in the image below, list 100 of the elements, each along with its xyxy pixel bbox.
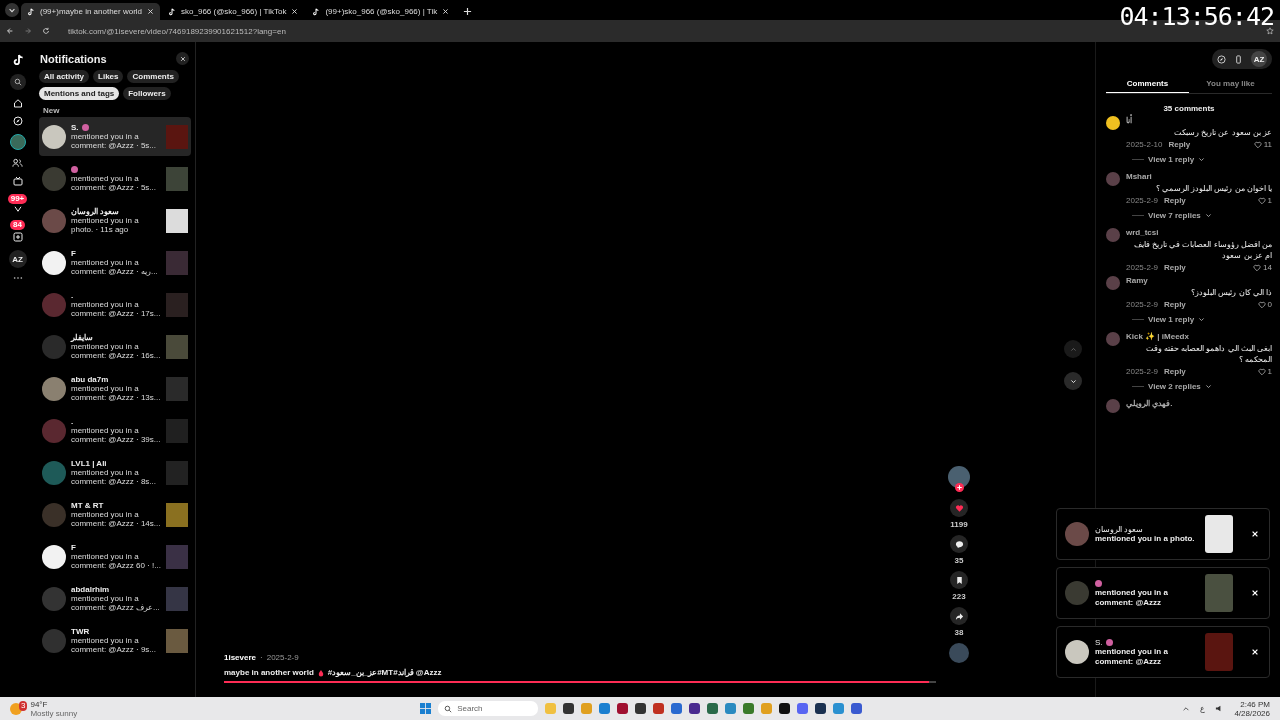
notification-item[interactable]: . mentioned you in a comment: @Azzz · 39s... — [39, 411, 191, 450]
chevron-up-icon[interactable] — [1182, 704, 1191, 713]
comment-author[interactable]: Kick ✨ | iMeedx — [1126, 332, 1272, 341]
count-badge[interactable]: 99+ — [7, 194, 28, 204]
heart-icon[interactable] — [1253, 140, 1262, 149]
notification-item[interactable]: TWR mentioned you in a comment: @Azzz · 9s... — [39, 621, 191, 660]
comment-author[interactable]: فهدي الرويلي. — [1126, 399, 1272, 408]
comment-author[interactable]: أنا — [1126, 116, 1272, 125]
notification-item[interactable]: mentioned you in a comment: @Azzz · 5s... — [39, 159, 191, 198]
filter-chip[interactable]: Followers — [123, 87, 171, 100]
video-thumbnail — [166, 628, 188, 653]
close-icon[interactable] — [291, 8, 299, 15]
notification-item[interactable]: . mentioned you in a comment: @Azzz · 17s... — [39, 285, 191, 324]
heart-icon[interactable] — [1257, 300, 1266, 309]
recording-timer: 04:13:56:42 — [1119, 4, 1274, 29]
taskbar-search-field[interactable]: Search — [438, 701, 539, 716]
close-icon[interactable] — [147, 8, 155, 15]
notification-item[interactable]: LVL1 | Ali mentioned you in a comment: @Azzz · 8s... — [39, 453, 191, 492]
filter-chip[interactable]: Likes — [93, 70, 124, 83]
reply-link[interactable]: Reply — [1164, 300, 1186, 309]
taskbar-app-icon[interactable] — [563, 703, 575, 714]
profile-button[interactable]: AZ — [8, 250, 27, 268]
reply-link[interactable]: Reply — [1164, 367, 1186, 376]
upload-icon[interactable] — [12, 232, 23, 242]
notification-text: mentioned you in a comment: @Azzz · 14s... — [71, 510, 161, 528]
compass-icon[interactable] — [1217, 54, 1226, 64]
avatar — [42, 124, 66, 149]
windows-start-icon[interactable] — [420, 703, 432, 714]
browser-tab[interactable]: sko_966 (@sko_966) | TikTok — [162, 3, 305, 20]
heart-icon[interactable] — [1253, 263, 1262, 272]
taskbar-app-icon[interactable] — [815, 703, 827, 714]
home-icon[interactable] — [12, 98, 23, 108]
language-indicator[interactable]: ع — [1200, 704, 1206, 713]
notification-item[interactable]: MT & RT mentioned you in a comment: @Azzz · 14s... — [39, 495, 191, 534]
notification-item[interactable]: abu da7m mentioned you in a comment: @Azzz · 13s... — [39, 369, 191, 408]
new-tab-icon[interactable] — [463, 7, 473, 16]
notification-item-highlight[interactable]: S. mentioned you in a comment: @Azzz · 5s... — [39, 117, 191, 156]
view-replies-link[interactable]: View 1 reply — [1148, 315, 1195, 324]
taskbar-app-icon[interactable] — [617, 703, 629, 714]
like-button[interactable] — [950, 499, 968, 517]
close-button[interactable] — [176, 52, 189, 65]
view-replies-link[interactable]: View 1 reply — [1148, 155, 1195, 164]
browser-tab[interactable]: (99+)sko_966 (@sko_966) | Tik — [306, 3, 456, 20]
back-icon[interactable] — [6, 27, 14, 35]
author-name[interactable]: 1isevere — [224, 653, 257, 662]
share-button[interactable] — [950, 607, 968, 625]
notification-item[interactable]: F mentioned you in a comment: @Azzz 60 · !... — [39, 537, 191, 576]
heart-icon[interactable] — [1257, 367, 1266, 376]
profile-avatar[interactable] — [9, 134, 26, 150]
star-icon[interactable] — [1266, 27, 1274, 35]
panel-tab[interactable]: You may like — [1189, 75, 1272, 93]
save-button[interactable] — [950, 571, 968, 589]
filter-chip[interactable]: Comments — [127, 70, 179, 83]
like-count: 1 — [1267, 367, 1272, 376]
taskbar-app-icon[interactable] — [635, 703, 647, 714]
more-icon[interactable] — [12, 276, 23, 280]
tiktok-logo-icon[interactable] — [11, 54, 24, 66]
notification-toast[interactable]: mentioned you in a comment: @Azzz — [1056, 567, 1270, 619]
notification-toast[interactable]: S. mentioned you in a comment: @Azzz — [1056, 626, 1270, 678]
taskbar-app-icon[interactable] — [779, 703, 791, 714]
avatar — [42, 250, 66, 275]
filter-chip[interactable]: Mentions and tags — [39, 87, 120, 100]
reply-link[interactable]: Reply — [1164, 196, 1186, 205]
v-icon[interactable] — [13, 206, 22, 212]
chevron-down-icon[interactable] — [1198, 156, 1206, 163]
taskbar-app-icon[interactable] — [689, 703, 701, 714]
comment-author[interactable]: Mshari — [1126, 172, 1272, 181]
chevron-down-icon[interactable] — [1198, 316, 1206, 323]
chevron-down-icon[interactable] — [1204, 383, 1212, 390]
view-replies-link[interactable]: View 7 replies — [1148, 211, 1201, 220]
caption-hashtags[interactable]: #عز_بن_سعود#MT#قراند @Azzz — [327, 668, 442, 677]
friends-icon[interactable] — [12, 158, 23, 168]
close-icon[interactable] — [442, 8, 450, 15]
comment-author[interactable]: Ramy — [1126, 276, 1272, 285]
message-badge[interactable]: 84 — [10, 220, 25, 230]
video-thumbnail — [166, 460, 188, 485]
video-thumbnail — [166, 124, 188, 149]
phone-icon[interactable] — [1234, 54, 1243, 64]
tab-list-button[interactable] — [5, 3, 19, 17]
panel-tab[interactable]: Comments — [1106, 75, 1189, 93]
browser-tab[interactable]: (99+)maybe in another world — [21, 3, 161, 20]
reply-link[interactable]: Reply — [1164, 263, 1186, 272]
clock-date[interactable]: 4/28/2026 — [1234, 708, 1270, 718]
compass-icon[interactable] — [12, 116, 23, 126]
search-button[interactable] — [9, 74, 26, 90]
clock-time[interactable]: 2:46 PM — [1240, 699, 1270, 709]
follow-plus-icon[interactable] — [954, 483, 964, 492]
photo-thumbnail — [1205, 515, 1233, 553]
filter-chip[interactable]: All activity — [39, 70, 89, 83]
profile-button[interactable]: AZ — [1251, 51, 1267, 67]
chevron-down-icon[interactable] — [1204, 212, 1212, 219]
view-replies-link[interactable]: View 2 replies — [1148, 382, 1201, 391]
reload-icon[interactable] — [42, 27, 50, 35]
reply-link[interactable]: Reply — [1168, 140, 1191, 149]
comment-button[interactable] — [950, 535, 968, 553]
user-name: . — [71, 291, 74, 300]
creator-avatar[interactable] — [948, 466, 970, 488]
comment-author[interactable]: wrd_tcsi — [1126, 228, 1272, 237]
heart-icon[interactable] — [1257, 196, 1266, 205]
tv-icon[interactable] — [12, 176, 23, 186]
